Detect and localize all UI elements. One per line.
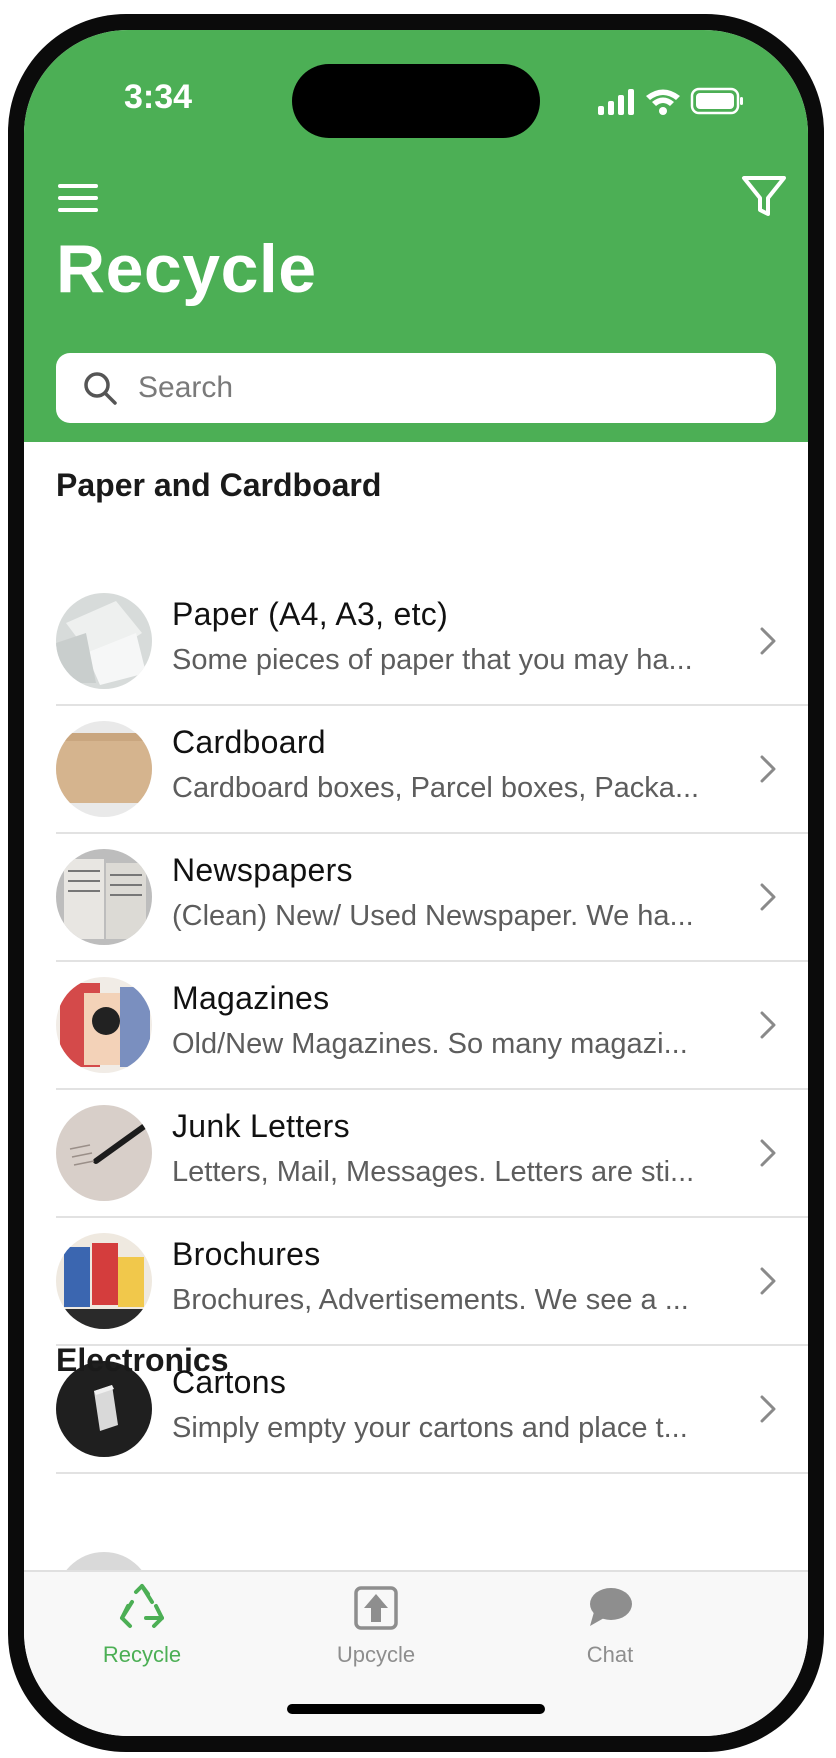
- tab-label: Chat: [586, 1642, 634, 1667]
- chevron-right-icon: [760, 1395, 776, 1423]
- status-icons: [598, 87, 743, 115]
- list-item-junk-letters[interactable]: Junk Letters Letters, Mail, Messages. Le…: [56, 1090, 808, 1218]
- app-header: 3:34 Recycle Search: [24, 30, 808, 442]
- section-title-paper-cardboard: Paper and Cardboard: [56, 467, 382, 503]
- search-bar[interactable]: [56, 353, 776, 423]
- list-item-paper[interactable]: Paper (A4, A3, etc) Some pieces of paper…: [56, 578, 808, 706]
- search-icon: [84, 372, 117, 405]
- chevron-right-icon: [760, 755, 776, 783]
- chevron-right-icon: [760, 1267, 776, 1295]
- chevron-right-icon: [760, 627, 776, 655]
- list-item-description: Simply empty your cartons and place t...: [172, 1412, 688, 1444]
- chevron-right-icon: [760, 1011, 776, 1039]
- search-input[interactable]: [136, 370, 740, 406]
- list-item-magazines[interactable]: Magazines Old/New Magazines. So many mag…: [56, 962, 808, 1090]
- brochures-thumbnail: [56, 1233, 152, 1329]
- list-item-description: Brochures, Advertisements. We see a ...: [172, 1284, 689, 1316]
- screen: 3:34 Recycle Search Paper and Cardboard …: [24, 30, 808, 1736]
- newspapers-thumbnail: [56, 849, 152, 945]
- list-item-description: Some pieces of paper that you may ha...: [172, 644, 693, 676]
- cardboard-thumbnail: [56, 721, 152, 817]
- list-item-description: Cardboard boxes, Parcel boxes, Packa...: [172, 772, 700, 804]
- tab-label: Upcycle: [336, 1642, 416, 1667]
- status-time: 3:34: [124, 78, 193, 116]
- tab-label: Recycle: [102, 1642, 182, 1667]
- chevron-right-icon: [760, 883, 776, 911]
- magazines-thumbnail: [56, 977, 152, 1073]
- chevron-right-icon: [760, 1139, 776, 1167]
- section-title-electronics: Electronics: [56, 1342, 229, 1378]
- chat-icon: [590, 1588, 632, 1626]
- junk-letters-thumbnail: [56, 1105, 152, 1201]
- signal-icon: [598, 89, 634, 115]
- list-item-cardboard[interactable]: Cardboard Cardboard boxes, Parcel boxes,…: [56, 706, 808, 834]
- filter-icon[interactable]: [738, 170, 790, 222]
- tab-recycle[interactable]: Recycle: [42, 1572, 242, 1682]
- battery-icon: [690, 87, 743, 115]
- list-item-title: Cardboard: [172, 724, 326, 760]
- tab-bar: Recycle Upcycle Chat: [24, 1570, 808, 1736]
- list-item-description: Letters, Mail, Messages. Letters are sti…: [172, 1156, 695, 1188]
- dynamic-island: [292, 64, 540, 138]
- list-item-brochures[interactable]: Brochures Brochures, Advertisements. We …: [56, 1218, 808, 1346]
- list-item-title: Junk Letters: [172, 1108, 350, 1144]
- phone-frame: 3:34 Recycle Search Paper and Cardboard …: [8, 14, 824, 1752]
- paper-thumbnail: [56, 593, 152, 689]
- list-item-description: (Clean) New/ Used Newspaper. We ha...: [172, 900, 694, 932]
- list-item-description: Old/New Magazines. So many magazi...: [172, 1028, 688, 1060]
- page-title: Recycle: [56, 231, 317, 307]
- list-item-title: Magazines: [172, 980, 330, 1016]
- hamburger-menu-icon[interactable]: [56, 180, 100, 216]
- item-list: Paper (A4, A3, etc) Some pieces of paper…: [56, 578, 808, 1474]
- list-item-newspapers[interactable]: Newspapers (Clean) New/ Used Newspaper. …: [56, 834, 808, 962]
- home-indicator: [287, 1704, 545, 1714]
- list-item-title: Paper (A4, A3, etc): [172, 596, 449, 632]
- recycle-icon: [120, 1584, 164, 1628]
- list-item-title: Newspapers: [172, 852, 353, 888]
- wifi-icon: [646, 89, 680, 115]
- tab-upcycle[interactable]: Upcycle: [276, 1572, 476, 1682]
- tab-chat[interactable]: Chat: [510, 1572, 710, 1682]
- list-item-title: Brochures: [172, 1236, 321, 1272]
- upcycle-icon: [354, 1586, 398, 1630]
